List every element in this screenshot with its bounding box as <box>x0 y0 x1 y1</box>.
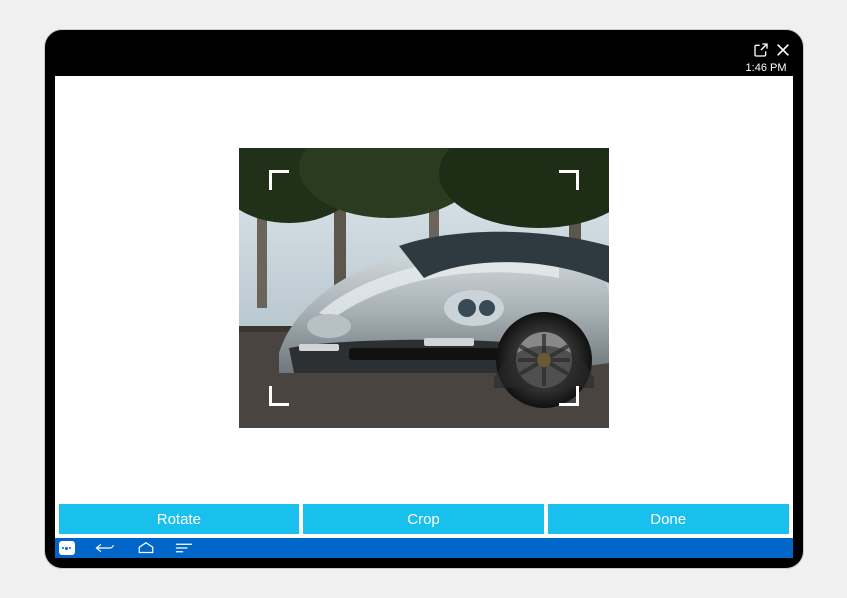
crop-handle-bottom-right[interactable] <box>559 386 579 406</box>
image-canvas <box>55 76 793 500</box>
close-icon[interactable] <box>775 42 791 58</box>
tablet-screen: 1:46 PM <box>55 40 793 558</box>
home-icon[interactable] <box>137 542 155 554</box>
crop-handle-bottom-left[interactable] <box>269 386 289 406</box>
rotate-button[interactable]: Rotate <box>59 504 300 534</box>
share-icon[interactable] <box>753 42 769 58</box>
window-top-bar <box>55 40 793 60</box>
action-button-row: Rotate Crop Done <box>55 500 793 538</box>
status-bar: 1:46 PM <box>55 60 793 76</box>
tablet-frame: 1:46 PM <box>44 29 804 569</box>
recent-apps-icon[interactable] <box>175 542 193 554</box>
photo-image <box>239 148 609 428</box>
crop-handle-top-right[interactable] <box>559 170 579 190</box>
crop-button[interactable]: Crop <box>303 504 544 534</box>
done-button[interactable]: Done <box>548 504 789 534</box>
photo-preview[interactable] <box>239 148 609 428</box>
back-icon[interactable] <box>95 542 117 554</box>
crop-handle-top-left[interactable] <box>269 170 289 190</box>
status-time: 1:46 PM <box>746 62 787 74</box>
android-nav-bar <box>55 538 793 558</box>
app-area: Rotate Crop Done <box>55 76 793 558</box>
teamviewer-icon[interactable] <box>59 541 75 555</box>
